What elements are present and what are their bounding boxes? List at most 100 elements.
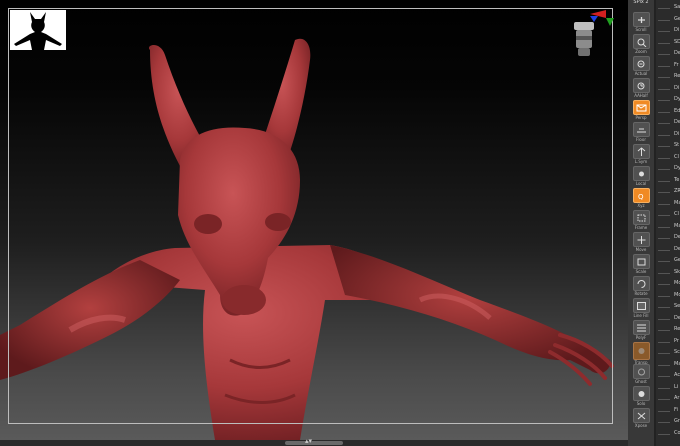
tray-row-divider [658,180,670,182]
tray-row-divider [658,8,670,9]
tray-menu-item[interactable]: De [674,246,680,252]
tray-menu-item[interactable]: Ac [674,372,680,378]
shelf-button-line-fill[interactable]: Line Fill [631,298,651,318]
document-canvas[interactable] [0,0,628,440]
tray-menu-item[interactable]: Ge [674,257,680,263]
shelf-button-scroll[interactable]: Scroll [631,12,651,32]
tray-menu-item[interactable]: Ed [674,108,680,114]
tray-menu-item[interactable]: Ma [674,361,680,367]
tray-menu-item[interactable]: Re [674,73,680,79]
tray-menu-item[interactable]: De [674,234,680,240]
shelf-button-move[interactable]: Move [631,232,651,252]
tray-menu-item[interactable]: Fi [674,407,678,413]
tray-menu-item[interactable]: Sc [674,349,680,355]
tray-menu-item[interactable]: Di [674,27,679,33]
shelf-button-ghost[interactable]: Ghost [631,364,651,384]
expand-arrows-icon[interactable]: ▴▾ [305,436,312,446]
tray-row-divider [658,295,670,297]
tray-row-divider [658,19,670,21]
shelf-button-zoom[interactable]: Zoom [631,34,651,54]
tray-menu-item[interactable]: Ge [674,16,680,22]
shelf-button-label: Line Fill [633,313,649,318]
sculpt-model[interactable] [0,0,628,440]
actual-icon [632,56,650,71]
tray-menu-item[interactable]: Pr [674,338,679,344]
shelf-button-local[interactable]: Local [631,166,651,186]
orientation-gizmo-icon[interactable] [568,8,618,60]
shelf-button-label: Frame [634,225,648,230]
shelf-button-transp[interactable]: Transp [631,342,651,365]
polyf-icon [632,320,650,335]
tray-row-divider [658,330,670,331]
tray-menu-item[interactable]: Se [674,303,680,309]
tray-menu-item[interactable]: De [674,315,680,321]
tray-row-divider [658,215,670,216]
tray-row-divider [658,88,670,90]
tray-menu-item[interactable]: Dy [674,165,680,171]
shelf-button-aahalf[interactable]: AAHalf [631,78,651,98]
tray-menu-item[interactable]: Li [674,384,678,390]
tray-row-divider [658,134,670,136]
zoom-icon [632,34,650,49]
tray-menu-item[interactable]: Ma [674,223,680,229]
shelf-button-l-sym[interactable]: L.Sym [631,144,651,164]
tray-menu-item[interactable]: Mo [674,292,680,298]
tray-menu-item[interactable]: Te [674,177,679,183]
tray-menu-item[interactable]: De [674,119,680,125]
tray-menu-item[interactable]: Di [674,85,679,91]
aahalf-icon [632,78,650,93]
shelf-button-scale[interactable]: Scale [631,254,651,274]
shelf-button-label: Actual [634,71,648,76]
persp-icon [632,100,650,115]
shelf-button-actual[interactable]: Actual [631,56,651,76]
tray-row-divider [658,353,670,354]
tray-row-divider [658,422,670,423]
shelf-button-xyz[interactable]: Q Xyz [631,188,651,208]
shelf-button-label: Xpose [634,423,648,428]
tray-menu-item[interactable]: Fr [674,62,679,68]
tray-menu-item[interactable]: SD [674,39,680,45]
spix-label: SPix 2 [633,0,649,5]
tray-menu-item[interactable]: ZR [674,188,680,194]
shelf-button-persp[interactable]: Persp [631,100,651,120]
tray-row-divider [658,42,670,44]
navigation-thumbnail[interactable] [10,10,66,50]
tray-menu-item[interactable]: St [674,142,679,148]
tray-row-divider [658,318,670,320]
shelf-button-xpose[interactable]: Xpose [631,408,651,428]
shelf-button-label: Xyz [637,203,645,208]
tray-menu-item[interactable]: Dy [674,96,680,102]
xyz-icon: Q [632,188,650,203]
tray-menu-item[interactable]: Co [674,430,680,436]
tray-menu-item[interactable]: Cl [674,154,679,160]
tray-menu-item[interactable]: Cl [674,211,679,217]
tray-menu-item[interactable]: Gr [674,418,680,424]
tray-menu-item[interactable]: Di [674,131,679,137]
tray-menu-item[interactable]: Re [674,326,680,332]
tray-row-divider [658,399,670,400]
tray-row-divider [658,238,670,239]
tray-row-divider [658,123,670,124]
shelf-button-label: Solo [636,401,646,406]
shelf-button-polyf[interactable]: PolyF [631,320,651,340]
shelf-button-label: Persp [635,115,647,120]
tray-menu-item[interactable]: Sk [674,269,680,275]
tray-menu-item[interactable]: Sa [674,4,680,10]
tray-menu-item[interactable]: Ar [674,395,679,401]
spix-control[interactable]: SPix 2 [631,0,651,5]
tray-row-divider [658,341,670,343]
tray-menu-item[interactable]: Ma [674,200,680,206]
svg-text:Q: Q [638,193,644,201]
tray-row-divider [658,146,670,147]
shelf-button-solo[interactable]: Solo [631,386,651,406]
local-icon [632,166,650,181]
tray-menu-item[interactable]: Mo [674,280,680,286]
shelf-button-floor[interactable]: Floor [631,122,651,142]
shelf-button-rotate[interactable]: Rotate [631,276,651,296]
shelf-button-label: Ghost [635,379,647,384]
shelf-button-frame[interactable]: Frame [631,210,651,230]
tray-menu-item[interactable]: De [674,50,680,56]
tray-row-divider [658,54,670,55]
tray-row-divider [658,364,670,366]
bottom-drag-handle[interactable] [285,441,343,445]
